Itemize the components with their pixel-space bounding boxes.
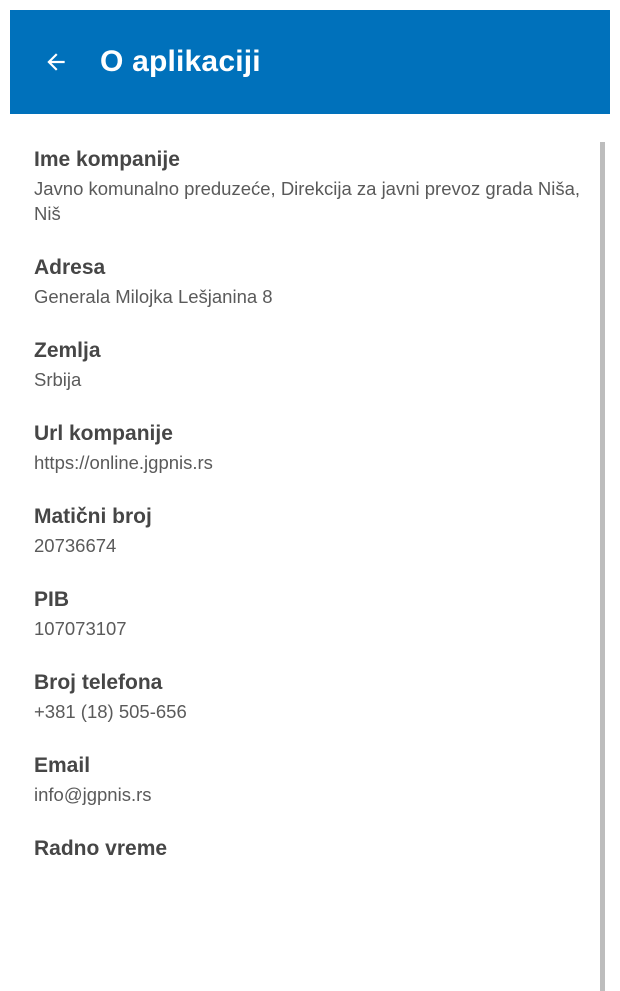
field-label: Email — [34, 754, 91, 777]
field-value: Generala Milojka Lešjanina 8 — [34, 286, 273, 307]
email-link[interactable]: info@jgpnis.rs — [34, 782, 584, 807]
field-tax-id: PIB 107073107 — [34, 586, 584, 641]
field-label: Broj telefona — [34, 671, 163, 694]
field-phone: Broj telefona +381 (18) 505-656 — [34, 669, 584, 724]
field-value: Srbija — [34, 369, 82, 390]
field-label: Ime kompanije — [34, 148, 180, 171]
app-bar: O aplikaciji — [10, 10, 610, 114]
field-label: Adresa — [34, 256, 106, 279]
field-value: 107073107 — [34, 618, 127, 639]
field-label: PIB — [34, 588, 70, 611]
field-label: Zemlja — [34, 339, 101, 362]
field-company-name: Ime kompanije Javno komunalno preduzeće,… — [34, 146, 584, 226]
field-country: Zemlja Srbija — [34, 337, 584, 392]
scrollbar[interactable] — [600, 142, 605, 991]
field-label: Matični broj — [34, 505, 152, 528]
company-url-link[interactable]: https://online.jgpnis.rs — [34, 450, 584, 475]
field-registration-number: Matični broj 20736674 — [34, 503, 584, 558]
field-address: Adresa Generala Milojka Lešjanina 8 — [34, 254, 584, 309]
field-label: Url kompanije — [34, 422, 173, 445]
page-title: O aplikaciji — [100, 45, 261, 78]
field-working-hours: Radno vreme — [34, 835, 584, 863]
field-value: 20736674 — [34, 535, 117, 556]
field-company-url: Url kompanije https://online.jgpnis.rs — [34, 420, 584, 475]
arrow-back-icon — [47, 53, 65, 71]
back-button[interactable] — [36, 42, 76, 82]
phone-link[interactable]: +381 (18) 505-656 — [34, 699, 584, 724]
field-label: Radno vreme — [34, 837, 168, 860]
about-content: Ime kompanije Javno komunalno preduzeće,… — [34, 146, 584, 991]
field-value: Javno komunalno preduzeće, Direkcija za … — [34, 178, 581, 224]
field-email: Email info@jgpnis.rs — [34, 752, 584, 807]
